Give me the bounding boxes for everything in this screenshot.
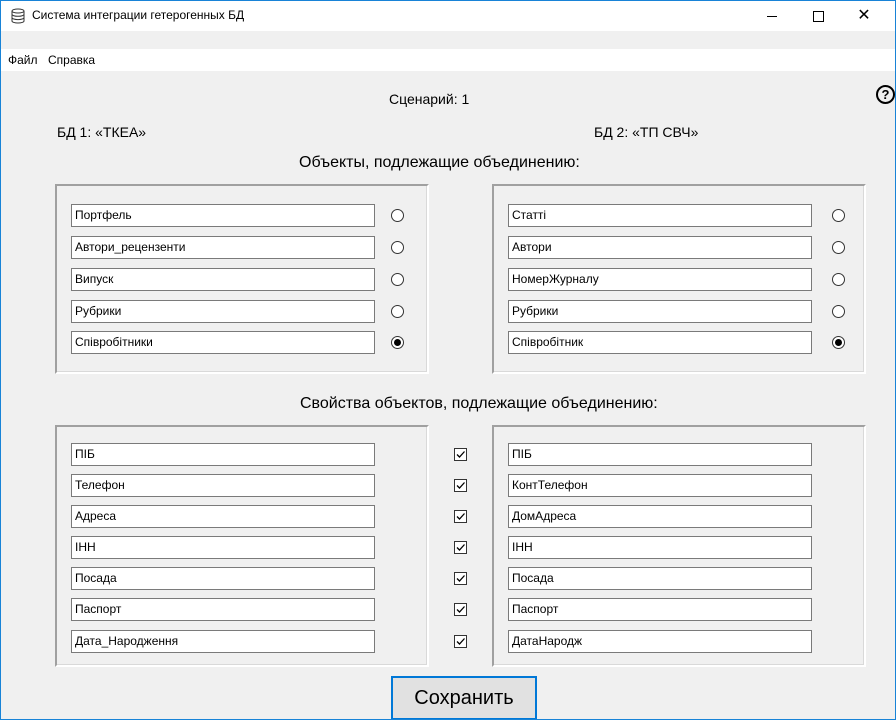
- object-left-radio[interactable]: [391, 336, 404, 349]
- property-left-field[interactable]: Дата_Народження: [71, 630, 375, 653]
- property-checkbox[interactable]: [454, 603, 467, 616]
- object-right-field[interactable]: НомерЖурналу: [508, 268, 812, 291]
- menu-file[interactable]: Файл: [8, 53, 38, 67]
- object-right-field[interactable]: Статті: [508, 204, 812, 227]
- scenario-label: Сценарий: 1: [389, 91, 470, 107]
- properties-heading: Свойства объектов, подлежащие объединени…: [300, 395, 658, 412]
- object-right-field[interactable]: Автори: [508, 236, 812, 259]
- objects-heading: Объекты, подлежащие объединению:: [299, 154, 580, 171]
- property-checkbox[interactable]: [454, 510, 467, 523]
- property-right-field[interactable]: Паспорт: [508, 598, 812, 621]
- property-right-field[interactable]: КонтТелефон: [508, 474, 812, 497]
- property-right-field[interactable]: ДатаНародж: [508, 630, 812, 653]
- minimize-icon[interactable]: [749, 1, 795, 31]
- maximize-icon[interactable]: [795, 1, 841, 31]
- property-checkbox[interactable]: [454, 635, 467, 648]
- object-left-field[interactable]: Портфель: [71, 204, 375, 227]
- property-right-field[interactable]: ПІБ: [508, 443, 812, 466]
- db2-label: БД 2: «ТП СВЧ»: [594, 124, 699, 140]
- property-right-field[interactable]: ДомАдреса: [508, 505, 812, 528]
- object-left-field[interactable]: Випуск: [71, 268, 375, 291]
- property-checkbox[interactable]: [454, 479, 467, 492]
- object-right-radio[interactable]: [832, 209, 845, 222]
- object-right-radio[interactable]: [832, 336, 845, 349]
- property-checkbox[interactable]: [454, 572, 467, 585]
- property-left-field[interactable]: Посада: [71, 567, 375, 590]
- window-title: Система интеграции гетерогенных БД: [32, 8, 245, 22]
- main-window: Система интеграции гетерогенных БД ✕ Фай…: [0, 0, 896, 720]
- object-right-field[interactable]: Рубрики: [508, 300, 812, 323]
- help-icon[interactable]: ?: [876, 85, 895, 104]
- menu-help[interactable]: Справка: [48, 53, 95, 67]
- property-left-field[interactable]: Адреса: [71, 505, 375, 528]
- property-right-field[interactable]: Посада: [508, 567, 812, 590]
- object-right-field[interactable]: Співробітник: [508, 331, 812, 354]
- object-left-radio[interactable]: [391, 209, 404, 222]
- object-left-field[interactable]: Автори_рецензенти: [71, 236, 375, 259]
- db1-label: БД 1: «ТКЕА»: [57, 124, 147, 140]
- menu-bar: Файл Справка: [1, 49, 895, 71]
- property-right-field[interactable]: ІНН: [508, 536, 812, 559]
- title-bar[interactable]: Система интеграции гетерогенных БД ✕: [1, 1, 895, 31]
- object-left-radio[interactable]: [391, 241, 404, 254]
- property-left-field[interactable]: Телефон: [71, 474, 375, 497]
- object-left-radio[interactable]: [391, 273, 404, 286]
- object-left-field[interactable]: Рубрики: [71, 300, 375, 323]
- property-left-field[interactable]: Паспорт: [71, 598, 375, 621]
- property-checkbox[interactable]: [454, 541, 467, 554]
- database-icon: [11, 8, 25, 24]
- property-left-field[interactable]: ПІБ: [71, 443, 375, 466]
- object-right-radio[interactable]: [832, 305, 845, 318]
- object-right-radio[interactable]: [832, 241, 845, 254]
- property-left-field[interactable]: ІНН: [71, 536, 375, 559]
- object-left-field[interactable]: Співробітники: [71, 331, 375, 354]
- close-icon[interactable]: ✕: [841, 1, 887, 31]
- property-checkbox[interactable]: [454, 448, 467, 461]
- save-button[interactable]: Сохранить: [391, 676, 537, 719]
- object-right-radio[interactable]: [832, 273, 845, 286]
- object-left-radio[interactable]: [391, 305, 404, 318]
